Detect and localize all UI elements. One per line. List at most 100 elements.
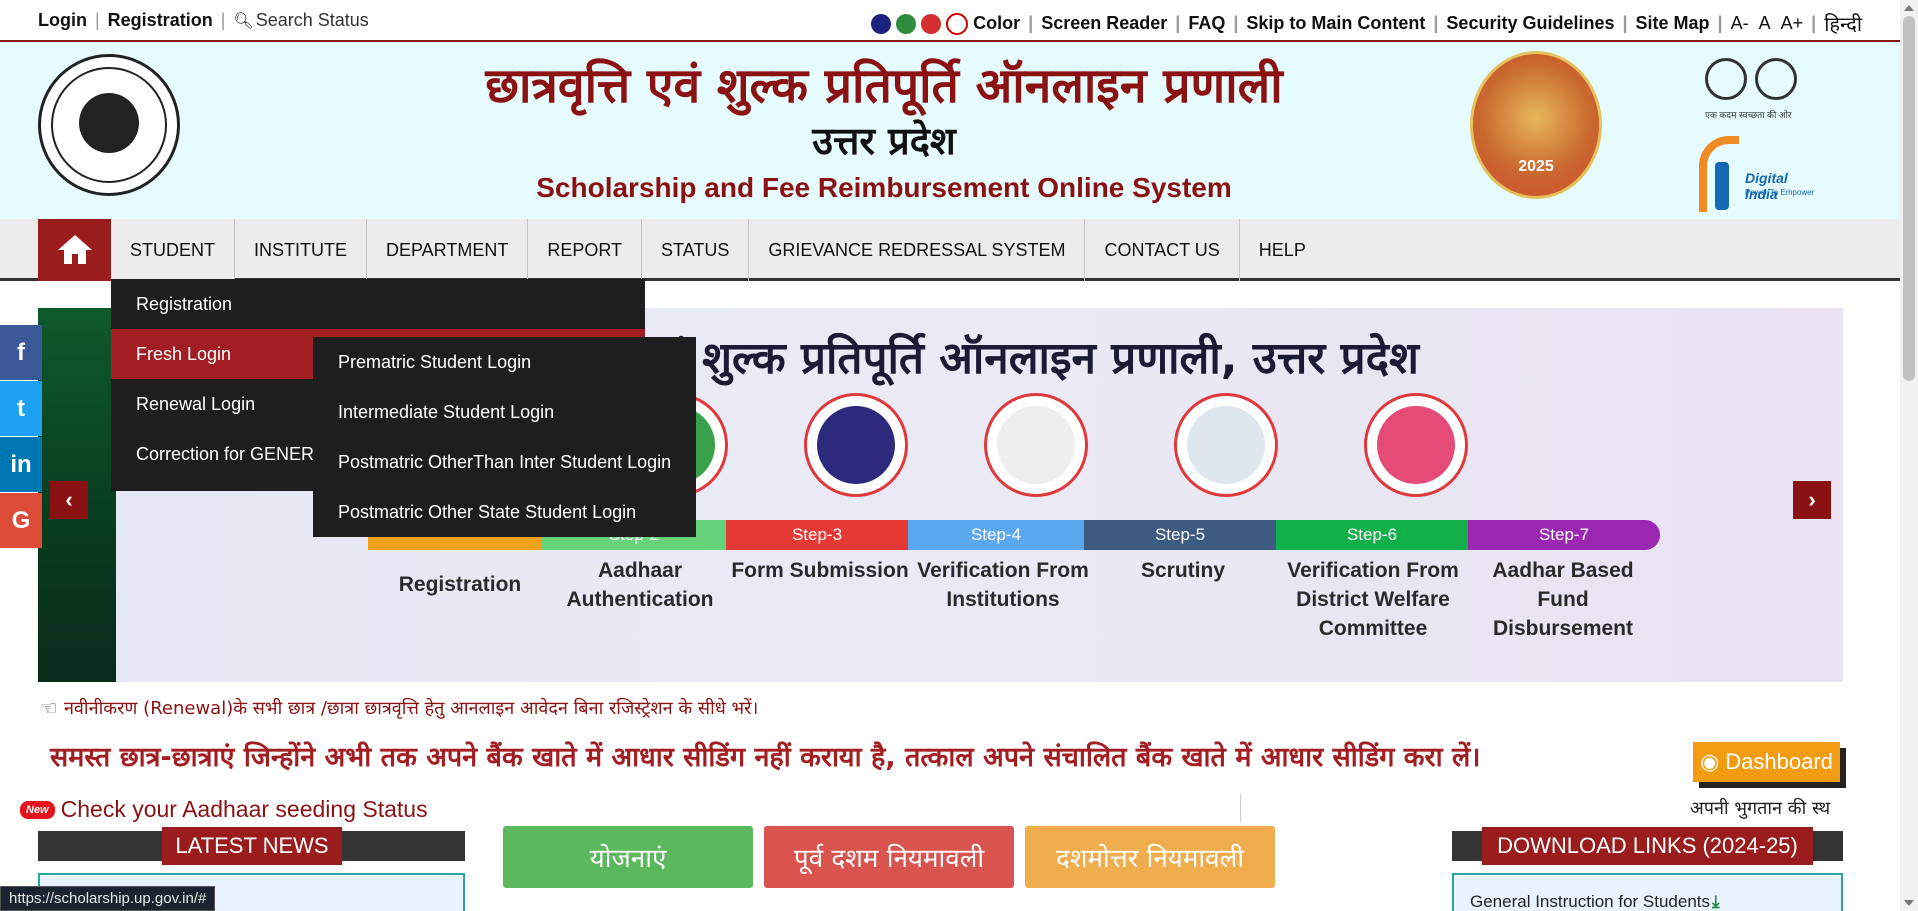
social-share-bar: f t in G [0, 325, 42, 549]
google-icon[interactable]: G [0, 493, 42, 548]
download-icon: ⤓ [1712, 892, 1720, 911]
step-6-tag: Step-6 [1276, 520, 1468, 550]
registration-link[interactable]: Registration [108, 10, 213, 31]
home-button[interactable] [38, 219, 111, 281]
color-theme-green[interactable] [896, 13, 917, 34]
rupee-icon [1364, 393, 1468, 497]
digital-india-logo: Digital India Power To Empower [1697, 134, 1817, 214]
font-decrease-button[interactable]: A- [1731, 13, 1749, 34]
font-increase-button[interactable]: A+ [1781, 13, 1804, 34]
screen-reader-link[interactable]: Screen Reader [1041, 13, 1167, 34]
nav-item-report[interactable]: REPORT [528, 219, 643, 281]
fresh-login-submenu: Prematric Student Login Intermediate Stu… [313, 337, 697, 537]
yojanayein-button[interactable]: योजनाएं [503, 826, 753, 888]
swachh-bharat-logo: एक कदम स्वच्छता की ओर [1705, 48, 1817, 128]
dashmottar-button[interactable]: दशमोत्तर नियमावली [1025, 826, 1275, 888]
purv-dasham-button[interactable]: पूर्व दशम नियमावली [764, 826, 1014, 888]
separator: | [1811, 13, 1817, 33]
login-link[interactable]: Login [38, 10, 87, 31]
mahakumbh-year: 2025 [1518, 158, 1554, 175]
general-instruction-text[interactable]: General Instruction for Students [1470, 892, 1710, 911]
check-aadhaar-text[interactable]: Check your Aadhaar seeding Status [61, 796, 428, 823]
linkedin-icon[interactable]: in [0, 437, 42, 492]
dashboard-icon: ◉ [1700, 749, 1720, 774]
hindi-language-link[interactable]: हिन्दी [1824, 10, 1862, 37]
dropdown-item-registration[interactable]: Registration [111, 279, 645, 329]
separator: | [1622, 13, 1628, 33]
nav-item-grievance[interactable]: GRIEVANCE REDRESSAL SYSTEM [749, 219, 1086, 281]
download-links-header: DOWNLOAD LINKS (2024-25) [1452, 827, 1843, 865]
step-7-tag: Step-7 [1468, 520, 1660, 550]
glasses-left-icon [1705, 58, 1747, 100]
utility-bar: Login | Registration | 🔍︎ Search Status … [0, 0, 1900, 42]
step-3-label: Form Submission [731, 559, 909, 582]
twitter-icon[interactable]: t [0, 381, 42, 436]
step-1-label: Registration [398, 573, 522, 596]
separator: | [1433, 13, 1439, 33]
dashboard-button[interactable]: ◉ Dashboard [1693, 742, 1840, 782]
facebook-icon[interactable]: f [0, 325, 42, 380]
nav-item-contact-us[interactable]: CONTACT US [1085, 219, 1240, 281]
status-bar-url: https://scholarship.up.gov.in/# [0, 886, 216, 911]
scroll-up-arrow-icon[interactable] [1904, 5, 1914, 11]
step-2-label: Aadhaar Authentication [566, 559, 714, 611]
color-theme-white[interactable] [946, 12, 969, 35]
aadhaar-seeding-notice: समस्त छात्र-छात्राएं जिन्होंने अभी तक अप… [50, 742, 1481, 773]
verified-user-icon [1174, 393, 1278, 497]
faq-link[interactable]: FAQ [1188, 13, 1225, 34]
font-normal-button[interactable]: A [1759, 13, 1771, 34]
nav-item-institute[interactable]: INSTITUTE [235, 219, 367, 281]
digital-india-bar-icon [1715, 162, 1729, 210]
step-3-tag: Step-3 [726, 520, 908, 550]
divider [1240, 794, 1241, 822]
color-label: Color [973, 13, 1021, 33]
general-instruction-link[interactable]: General Instruction for Students ⤓ [1470, 892, 1720, 911]
main-nav: STUDENT INSTITUTE DEPARTMENT REPORT STAT… [0, 219, 1900, 281]
submenu-intermediate-login[interactable]: Intermediate Student Login [313, 387, 696, 437]
renewal-notice: ☜ नवीनीकरण (Renewal)के सभी छात्र /छात्रा… [40, 696, 758, 720]
latest-news-header: LATEST NEWS [38, 827, 465, 865]
submenu-postmatric-other-state-login[interactable]: Postmatric Other State Student Login [313, 487, 696, 537]
nav-item-status[interactable]: STATUS [642, 219, 750, 281]
mahakumbh-logo: 2025 [1470, 51, 1602, 199]
skip-to-content-link[interactable]: Skip to Main Content [1246, 13, 1425, 34]
nav-menu: STUDENT INSTITUTE DEPARTMENT REPORT STAT… [111, 219, 1325, 281]
step-4-label: Verification From Institutions [917, 559, 1089, 611]
utility-left: Login | Registration | 🔍︎ Search Status [38, 10, 369, 31]
slider-next-button[interactable]: › [1793, 481, 1831, 519]
separator: | [94, 10, 100, 30]
step-5-label: Scrutiny [1140, 559, 1226, 582]
nav-item-department[interactable]: DEPARTMENT [367, 219, 529, 281]
payment-status-marquee[interactable]: अपनी भुगतान की स्थ [1690, 796, 1843, 820]
nav-item-help[interactable]: HELP [1240, 219, 1325, 281]
latest-news-title: LATEST NEWS [162, 827, 342, 865]
step-5-tag: Step-5 [1084, 520, 1276, 550]
download-links-title: DOWNLOAD LINKS (2024-25) [1482, 827, 1813, 865]
renewal-notice-text: नवीनीकरण (Renewal)के सभी छात्र /छात्रा छ… [63, 698, 759, 719]
magnifier-icon [984, 393, 1088, 497]
digital-india-text: Digital India [1745, 170, 1788, 202]
step-4-tag: Step-4 [908, 520, 1084, 550]
color-theme-red[interactable] [921, 13, 942, 34]
dashboard-label: Dashboard [1725, 749, 1833, 774]
site-map-link[interactable]: Site Map [1636, 13, 1710, 34]
slider-title: एवं शुल्क प्रतिपूर्ति ऑनलाइन प्रणाली, उत… [638, 333, 1419, 384]
separator: | [1717, 13, 1723, 33]
submenu-prematric-login[interactable]: Prematric Student Login [313, 337, 696, 387]
submenu-postmatric-other-login[interactable]: Postmatric OtherThan Inter Student Login [313, 437, 696, 487]
step-6-label: Verification From District Welfare Commi… [1287, 559, 1459, 640]
nav-item-student[interactable]: STUDENT [111, 219, 235, 281]
scroll-down-arrow-icon[interactable] [1904, 900, 1914, 906]
security-guidelines-link[interactable]: Security Guidelines [1446, 13, 1614, 34]
new-badge: New [20, 800, 55, 819]
search-icon[interactable]: 🔍︎ [233, 11, 253, 31]
check-aadhaar-link[interactable]: New Check your Aadhaar seeding Status [20, 796, 428, 823]
scrollbar-thumb[interactable] [1903, 16, 1915, 381]
home-icon [57, 235, 92, 265]
slider-prev-button[interactable]: ‹ [50, 481, 88, 519]
color-theme-blue[interactable] [871, 13, 892, 34]
page-scrollbar[interactable] [1900, 0, 1918, 911]
search-status-link[interactable]: Search Status [256, 10, 369, 31]
site-header: छात्रवृत्ति एवं शुल्क प्रतिपूर्ति ऑनलाइन… [0, 42, 1900, 219]
pointing-hand-icon: ☜ [40, 696, 58, 720]
